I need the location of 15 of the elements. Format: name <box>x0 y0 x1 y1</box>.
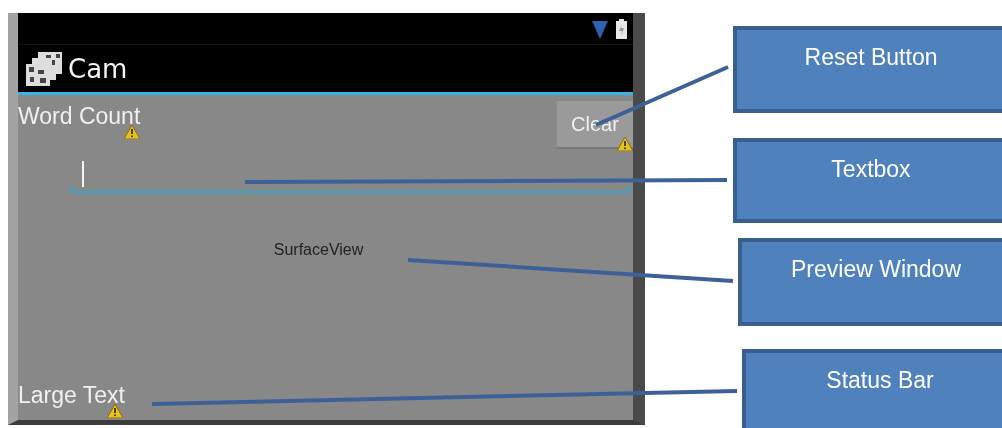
large-text-label: Large Text <box>18 382 125 408</box>
app-icon <box>26 51 62 86</box>
warning-icon <box>107 404 123 418</box>
app-title: Cam <box>68 53 128 84</box>
warning-icon <box>617 137 633 151</box>
text-cursor <box>82 161 84 187</box>
battery-icon <box>616 18 627 39</box>
warning-icon <box>124 125 141 139</box>
callout-label: Status Bar <box>826 367 934 395</box>
surface-view-label: SurfaceView <box>273 241 364 260</box>
callout-label: Preview Window <box>791 256 961 284</box>
signal-icon <box>592 18 608 39</box>
callout-label: Reset Button <box>804 44 938 72</box>
word-count-label: Word Count <box>18 103 141 129</box>
callout-label: Textbox <box>831 156 911 184</box>
